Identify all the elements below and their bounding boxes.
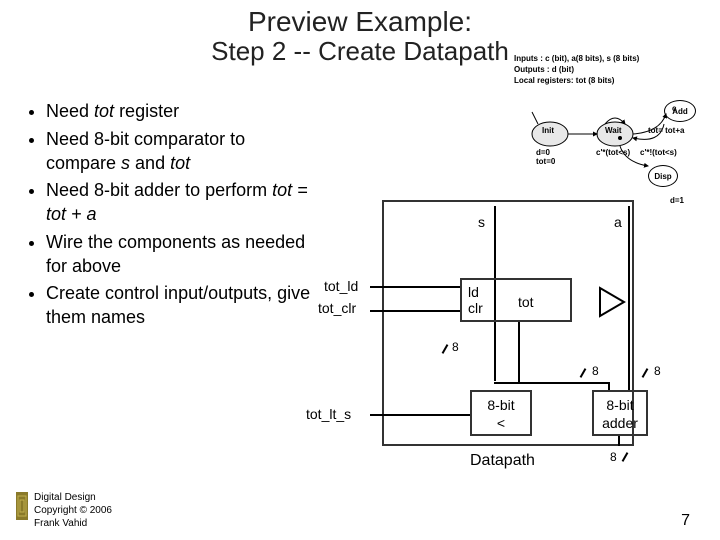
page-number: 7 [681,512,690,530]
signal-a: a [614,214,622,230]
fsm-disp-action: d=1 [670,196,684,205]
logo-icon [16,492,28,520]
adder-box: 8-bit adder [592,390,648,436]
footer-line1: Digital Design [34,491,112,504]
port-ld: ld [468,284,479,300]
wire-tot-clr [370,310,460,312]
fsm-init-action: d=0 tot=0 [536,148,555,166]
wire-adder-b [628,280,630,392]
fsm-edge-c: c [672,104,676,113]
wire-cmp-a [494,382,520,384]
bullet-1: Need tot register [46,100,312,124]
io-description: Inputs : c (bit), a(8 bits), s (8 bits) … [514,53,639,86]
bullet-3: Need 8-bit adder to perform tot = tot + … [46,179,312,227]
fsm-edge-cbar-not: c'*!(tot<s) [640,148,677,157]
bus-tick-3 [642,368,649,378]
fsm-state-disp: Disp [648,165,678,187]
bus-tick-4 [622,452,629,462]
wire-a [628,206,630,280]
io-locals: Local registers: tot (8 bits) [514,75,639,86]
bus-width-4: 8 [610,450,617,464]
fsm-add-action: tot= tot+a [648,126,684,135]
signal-tot-clr: tot_clr [318,300,356,316]
signal-tot-lt-s: tot_lt_s [306,406,351,422]
fsm-state-wait: Wait [605,126,622,135]
wire-adder-a [518,382,610,384]
io-inputs: Inputs : c (bit), a(8 bits), s (8 bits) [514,53,639,64]
comparator-box: 8-bit < [470,390,532,436]
wire-tot-ld [370,286,460,288]
signal-tot-ld: tot_ld [324,278,358,294]
footer-line2: Copyright © 2006 [34,504,112,517]
bus-width-1: 8 [452,340,459,354]
bullet-5: Create control input/outputs, give them … [46,282,312,330]
bus-width-2: 8 [592,364,599,378]
register-tot: ld clr tot [460,278,572,322]
fsm-state-init: Init [542,126,554,135]
page-title: Preview Example: [0,6,720,38]
comparator-triangle-icon [600,288,624,316]
footer-line3: Frank Vahid [34,517,112,530]
signal-s: s [478,214,485,230]
bullet-list: Need tot register Need 8-bit comparator … [22,100,312,334]
io-outputs: Outputs : d (bit) [514,64,639,75]
bullet-2: Need 8-bit comparator to compare s and t… [46,128,312,176]
datapath-label: Datapath [470,452,535,470]
fsm-state-add: Add [664,100,696,122]
wire-adder-out [618,436,620,446]
footer: Digital Design Copyright © 2006 Frank Va… [16,491,112,530]
bus-width-3: 8 [654,364,661,378]
register-tot-label: tot [518,294,534,310]
bullet-4: Wire the components as needed for above [46,231,312,279]
wire-tot-out [518,322,520,382]
port-clr: clr [468,300,483,316]
wire-tot-lt-s [370,414,470,416]
fsm-edge-cbar-and: c'*(tot<s) [596,148,630,157]
